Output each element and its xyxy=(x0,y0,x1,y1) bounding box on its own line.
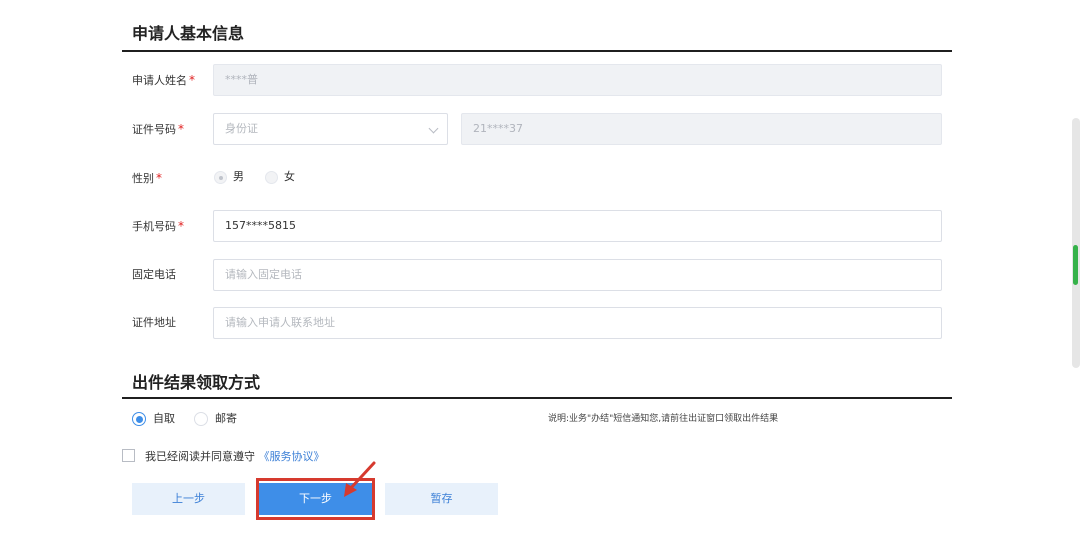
scroll-position-marker xyxy=(1073,245,1078,285)
required-mark: * xyxy=(178,219,184,233)
pickup-option-mail-label: 邮寄 xyxy=(215,412,237,425)
landline-input[interactable]: 请输入固定电话 xyxy=(213,259,942,291)
radio-icon xyxy=(214,171,227,184)
id-number-label: 证件号码 * xyxy=(132,113,184,145)
required-mark: * xyxy=(189,73,195,87)
next-step-button[interactable]: 下一步 xyxy=(259,483,372,515)
pickup-note: 说明:业务"办结"短信通知您,请前往出证窗口领取出件结果 xyxy=(548,414,779,424)
gender-label: 性别 * xyxy=(132,162,162,194)
landline-label: 固定电话 xyxy=(132,268,176,281)
mobile-label: 手机号码 * xyxy=(132,210,184,242)
gender-option-female-label: 女 xyxy=(284,170,295,183)
address-label: 证件地址 xyxy=(132,316,176,329)
name-label: 申请人姓名 * xyxy=(132,64,195,96)
pickup-option-self-label: 自取 xyxy=(153,412,175,425)
radio-checked-icon xyxy=(132,412,146,426)
save-draft-button[interactable]: 暂存 xyxy=(385,483,498,515)
gender-option-male-label: 男 xyxy=(233,170,244,183)
id-number-label-text: 证件号码 xyxy=(132,123,176,136)
section-divider xyxy=(122,397,952,399)
required-mark: * xyxy=(156,171,162,185)
required-mark: * xyxy=(178,122,184,136)
prev-step-button[interactable]: 上一步 xyxy=(132,483,245,515)
gender-label-text: 性别 xyxy=(132,172,154,185)
id-type-select[interactable]: 身份证 xyxy=(213,113,448,145)
name-field[interactable]: ****普 xyxy=(213,64,942,96)
section-title-basic-info: 申请人基本信息 xyxy=(132,24,245,43)
id-number-field[interactable]: 21****37 xyxy=(461,113,942,145)
address-input[interactable]: 请输入申请人联系地址 xyxy=(213,307,942,339)
section-title-pickup: 出件结果领取方式 xyxy=(132,373,261,392)
agreement-checkbox[interactable] xyxy=(122,449,135,462)
radio-icon xyxy=(265,171,278,184)
id-type-value: 身份证 xyxy=(225,122,258,135)
agreement-label: 我已经阅读并同意遵守 xyxy=(145,450,255,463)
service-agreement-link[interactable]: 《服务协议》 xyxy=(259,450,325,463)
chevron-down-icon xyxy=(428,123,439,134)
scrollbar[interactable] xyxy=(1072,118,1080,368)
section-divider xyxy=(122,50,952,52)
mobile-label-text: 手机号码 xyxy=(132,220,176,233)
name-label-text: 申请人姓名 xyxy=(132,74,187,87)
mobile-input[interactable]: 157****5815 xyxy=(213,210,942,242)
radio-icon xyxy=(194,412,208,426)
agreement-text: 我已经阅读并同意遵守 《服务协议》 xyxy=(145,448,325,464)
